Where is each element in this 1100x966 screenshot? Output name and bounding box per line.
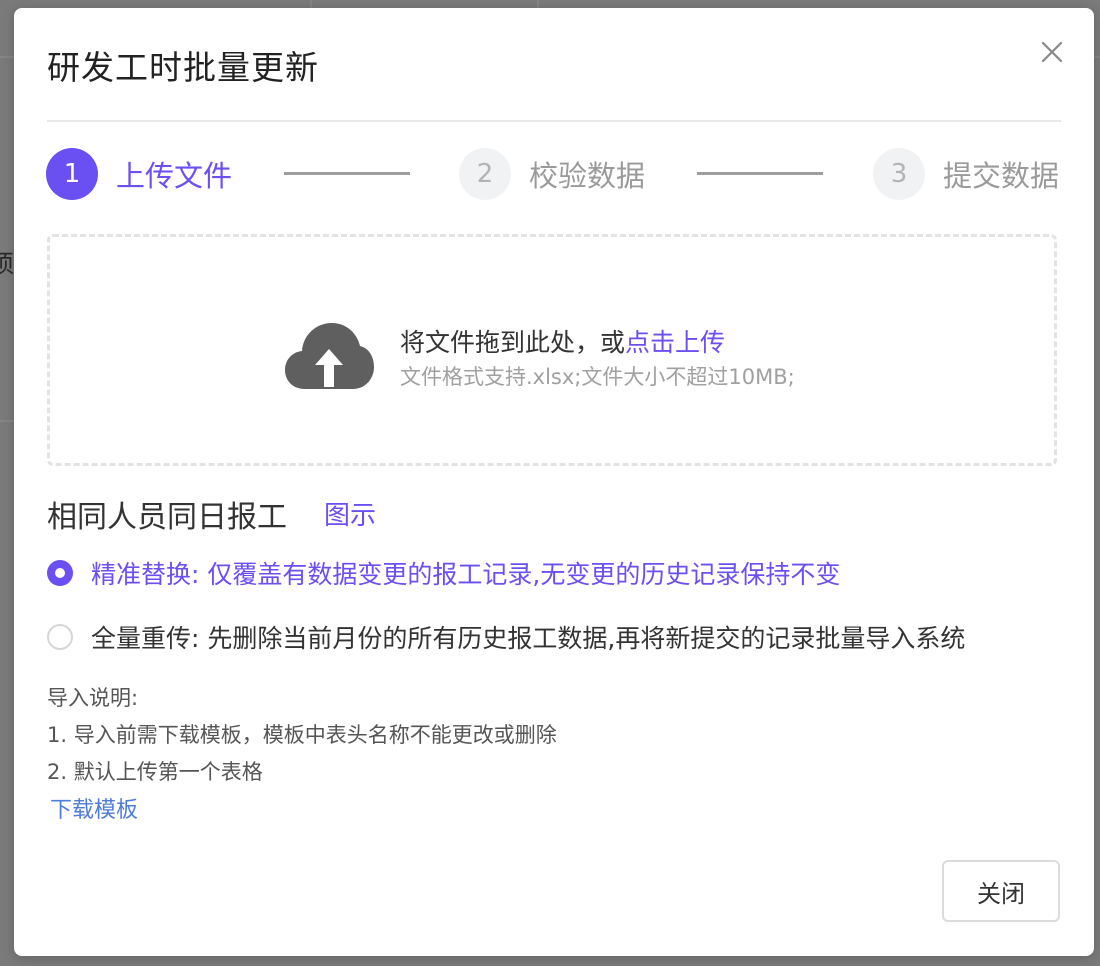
upload-dropzone[interactable]: 将文件拖到此处，或点击上传 文件格式支持.xlsx;文件大小不超过10MB; [47, 234, 1057, 466]
dialog-title: 研发工时批量更新 [47, 48, 319, 87]
notes-heading: 导入说明: [47, 686, 139, 710]
step-label: 上传文件 [116, 159, 233, 193]
option-label: 全量重传: 先删除当前月份的所有历史报工数据,再将新提交的记录批量导入系统 [91, 624, 966, 653]
background-divider [310, 0, 312, 8]
option-label: 精准替换: 仅覆盖有数据变更的报工记录,无变更的历史记录保持不变 [91, 560, 841, 589]
radio-unchecked[interactable] [47, 624, 73, 650]
step-validate-data: 2 校验数据 [459, 148, 645, 200]
radio-checked[interactable] [47, 560, 73, 586]
cloud-upload-icon [283, 319, 375, 391]
step-connector [697, 172, 823, 175]
step-number: 3 [873, 148, 925, 200]
step-number: 2 [459, 148, 511, 200]
option-full-reupload[interactable]: 全量重传: 先删除当前月份的所有历史报工数据,再将新提交的记录批量导入系统 [47, 619, 965, 655]
option-precise-replace[interactable]: 精准替换: 仅覆盖有数据变更的报工记录,无变更的历史记录保持不变 [47, 555, 840, 591]
step-upload-file: 1 上传文件 [46, 148, 232, 200]
background-text: 须 [0, 250, 14, 278]
background-divider [537, 0, 539, 8]
step-label: 校验数据 [529, 159, 646, 193]
upload-format-hint: 文件格式支持.xlsx;文件大小不超过10MB; [400, 365, 795, 389]
note-item: 1. 导入前需下载模板，模板中表头名称不能更改或删除 [47, 723, 557, 747]
download-template-link[interactable]: 下载模板 [50, 792, 138, 824]
title-divider [47, 120, 1061, 122]
close-button[interactable]: 关闭 [942, 860, 1060, 922]
import-notes: 导入说明: 1. 导入前需下载模板，模板中表头名称不能更改或删除 2. 默认上传… [47, 680, 557, 791]
step-label: 提交数据 [943, 159, 1060, 193]
step-connector [284, 172, 410, 175]
upload-prompt: 将文件拖到此处，或 [400, 328, 626, 357]
batch-update-dialog: 研发工时批量更新 1 上传文件 2 校验数据 3 提交数据 将文件拖到此处，或点… [14, 8, 1094, 956]
same-day-section-title: 相同人员同日报工 [47, 500, 287, 535]
illustration-link[interactable]: 图示 [324, 495, 376, 532]
step-number: 1 [46, 148, 98, 200]
note-item: 2. 默认上传第一个表格 [47, 760, 263, 784]
upload-instructions: 将文件拖到此处，或点击上传 [400, 323, 725, 359]
background-divider [0, 420, 14, 422]
close-icon[interactable] [1038, 38, 1066, 66]
click-upload-link[interactable]: 点击上传 [625, 328, 725, 357]
step-submit-data: 3 提交数据 [873, 148, 1059, 200]
